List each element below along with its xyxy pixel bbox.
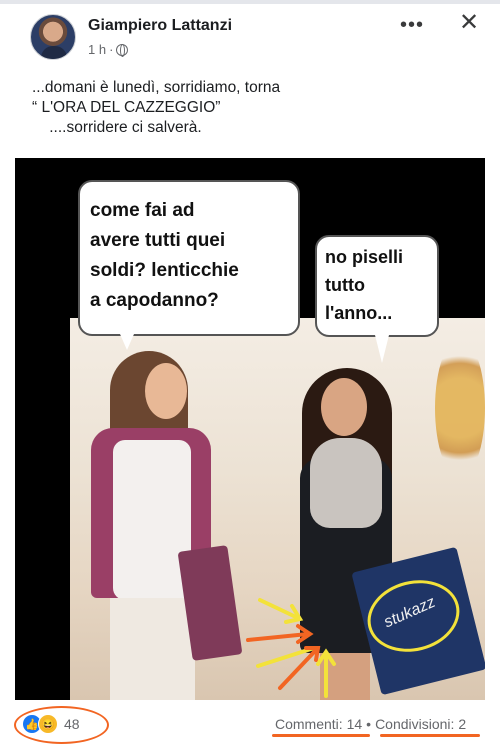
- author-name[interactable]: Giampiero Lattanzi: [88, 17, 232, 35]
- shares-underline-annotation: [380, 734, 480, 737]
- post-time[interactable]: 1 h: [88, 42, 106, 57]
- comments-underline-annotation: [272, 734, 370, 737]
- speech-bubble-left-text: come fai ad avere tutti quei soldi? lent…: [90, 200, 239, 311]
- meta-dot: ·: [109, 42, 114, 57]
- more-icon[interactable]: •••: [400, 14, 424, 37]
- post-caption: ...domani è lunedì, sorridiamo, torna “ …: [32, 79, 281, 136]
- post-meta: 1 h ·: [88, 42, 129, 57]
- engagement-counts: Commenti: 14 • Condivisioni: 2: [275, 716, 466, 732]
- post-header: Giampiero Lattanzi 1 h · ••• ✕: [0, 4, 500, 62]
- globe-icon: [116, 43, 129, 57]
- speech-bubble-right-text: no piselli tutto l'anno...: [325, 247, 404, 323]
- speech-bubble-left: come fai ad avere tutti quei soldi? lent…: [78, 180, 300, 336]
- left-woman-pants: [110, 598, 195, 700]
- left-woman-face: [145, 363, 187, 419]
- shares-link[interactable]: Condivisioni: 2: [375, 716, 466, 732]
- post-image[interactable]: stukazz come fai ad avere tutti quei sol…: [15, 158, 485, 700]
- arrows-annotation: [246, 598, 336, 698]
- post-footer: 👍 😆 48 Commenti: 14 • Condivisioni: 2: [0, 700, 500, 756]
- right-woman-scarf: [310, 438, 382, 528]
- close-icon[interactable]: ✕: [456, 10, 482, 36]
- orange-circle-annotation: [14, 706, 109, 744]
- speech-bubble-right: no piselli tutto l'anno...: [315, 235, 439, 337]
- right-woman-face: [321, 378, 367, 436]
- speech-bubble-left-tail: [120, 334, 134, 350]
- speech-bubble-right-tail: [375, 335, 389, 363]
- left-woman-shirt: [113, 440, 191, 600]
- comments-link[interactable]: Commenti: 14: [275, 716, 362, 732]
- avatar[interactable]: [30, 14, 76, 60]
- counts-separator: •: [366, 716, 372, 732]
- image-tree: [435, 338, 485, 478]
